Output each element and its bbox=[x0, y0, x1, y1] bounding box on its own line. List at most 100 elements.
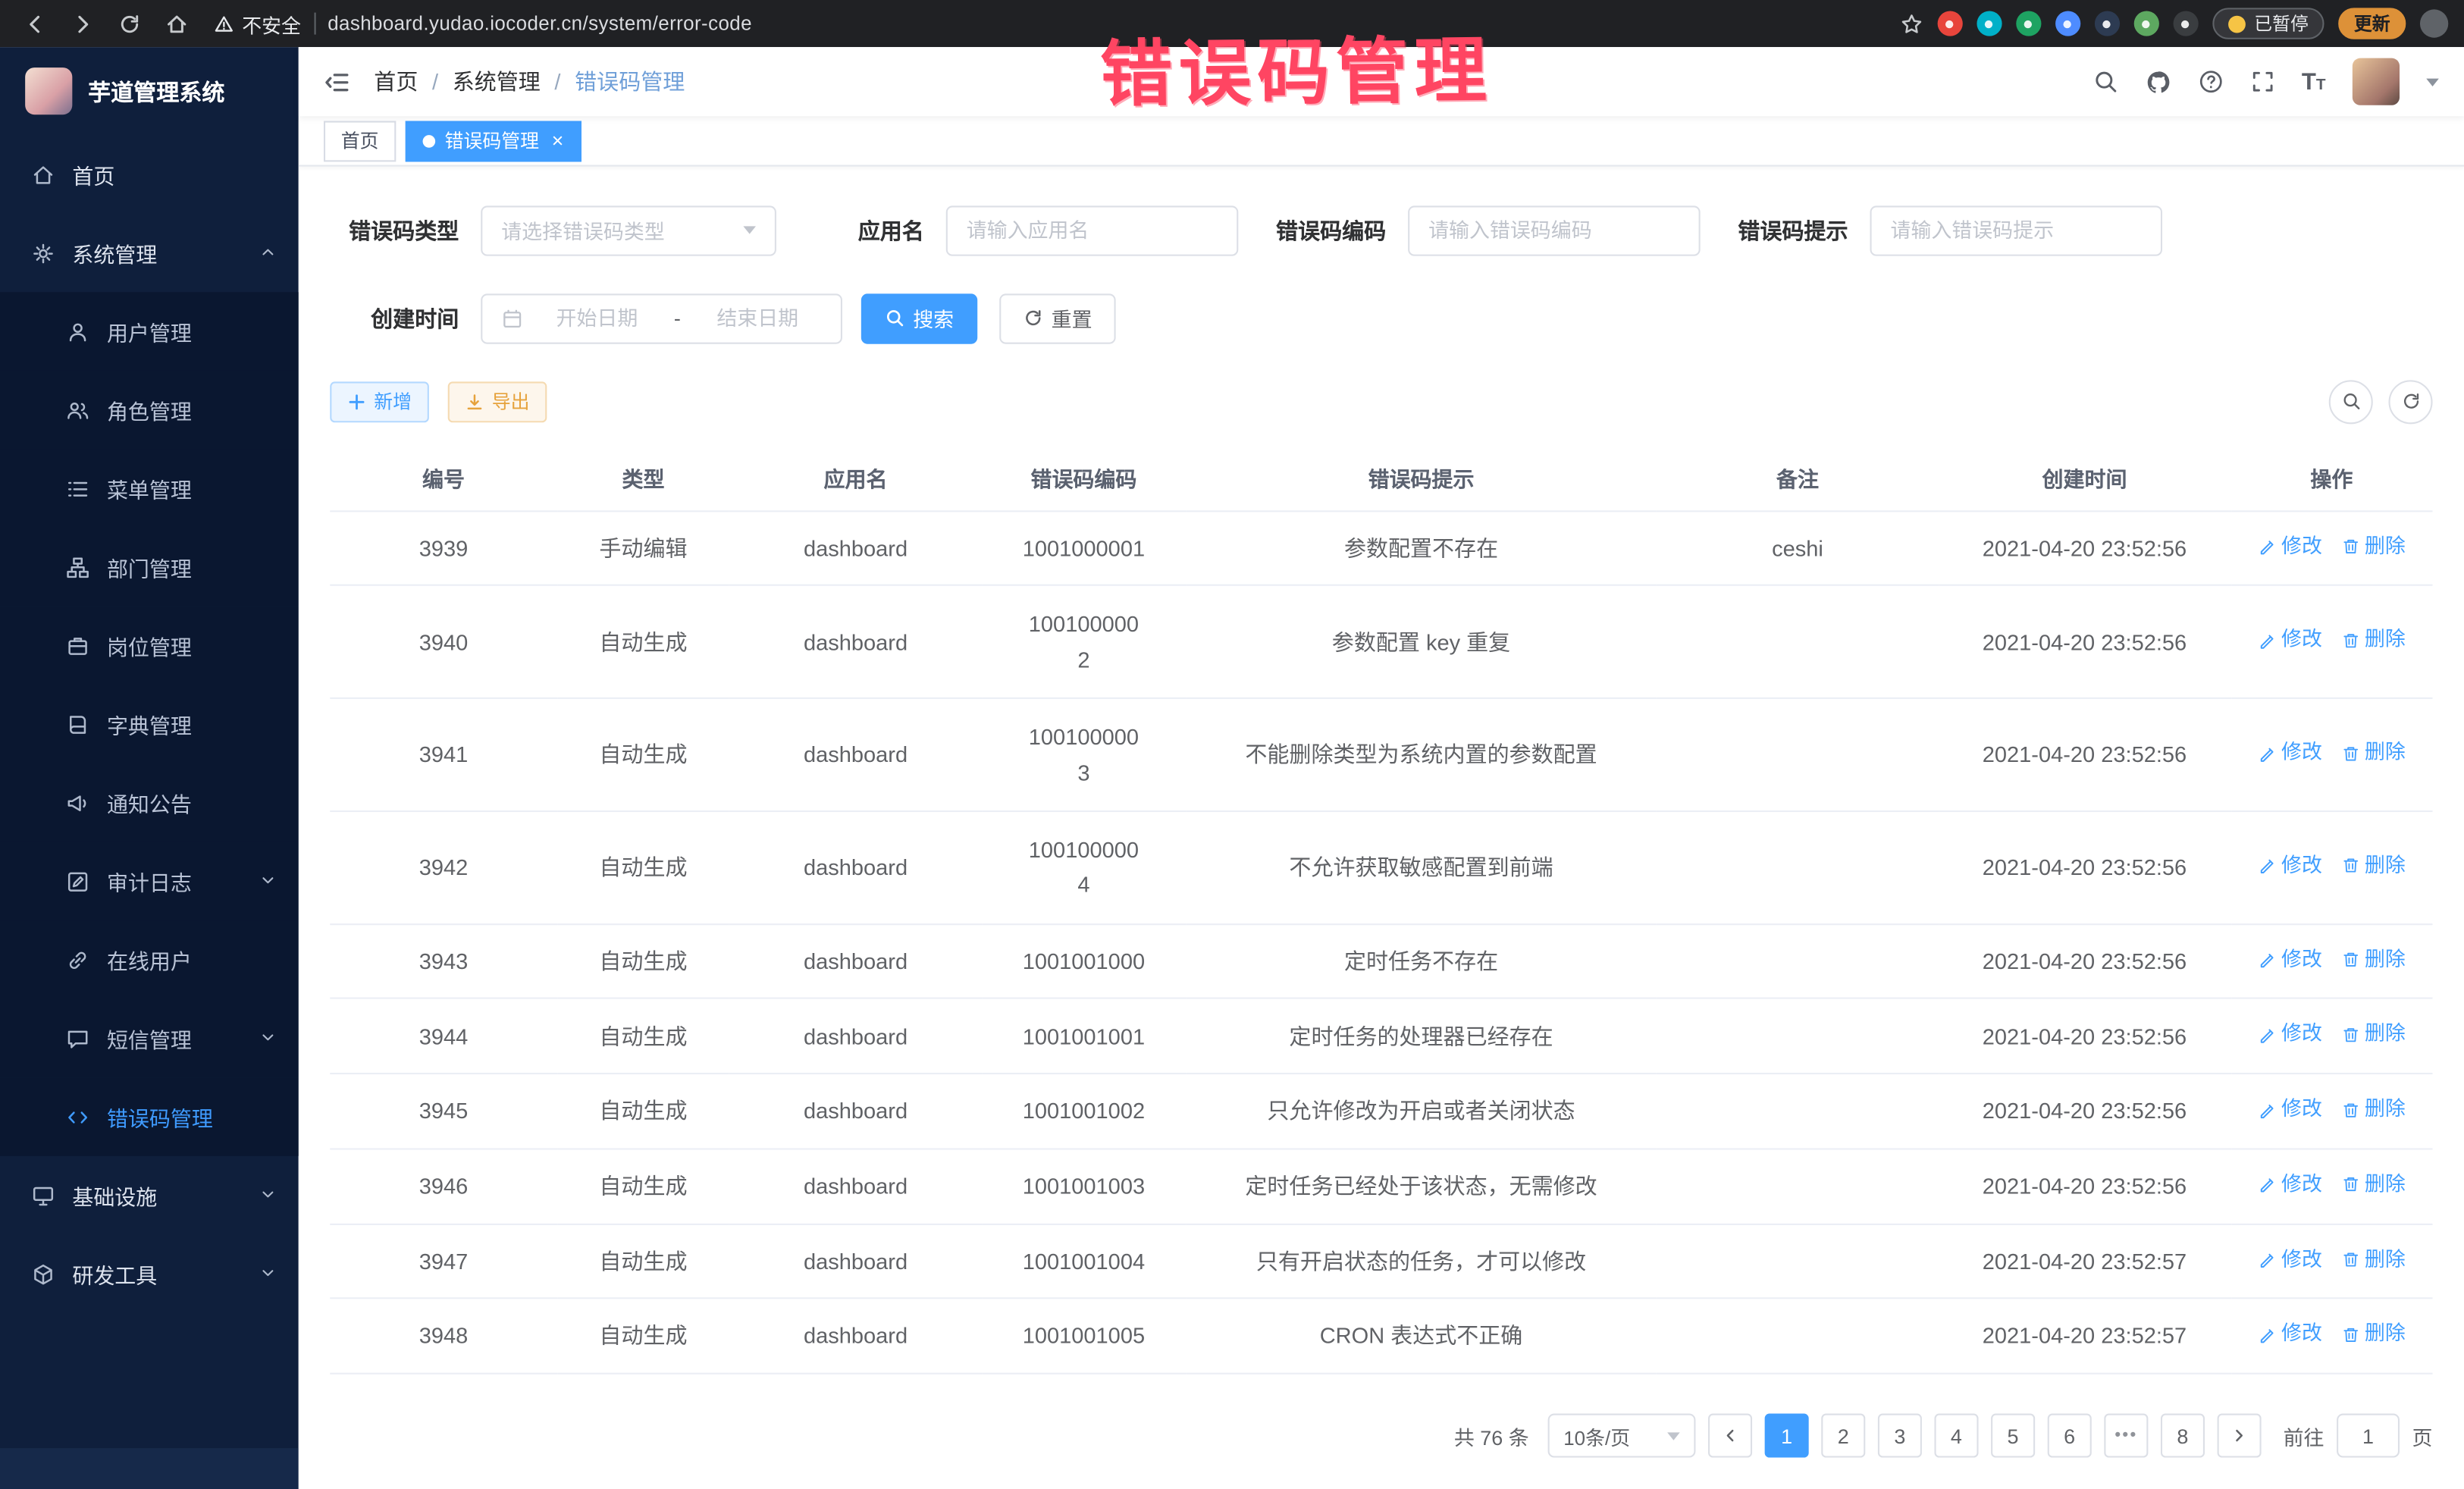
sidebar-item-audit-log[interactable]: 审计日志 bbox=[0, 842, 299, 920]
browser-home-icon[interactable] bbox=[157, 5, 195, 42]
edit-link[interactable]: 修改 bbox=[2258, 532, 2322, 562]
edit-link[interactable]: 修改 bbox=[2258, 738, 2322, 768]
browser-reload-icon[interactable] bbox=[110, 5, 148, 42]
column-header[interactable]: 类型 bbox=[557, 444, 729, 511]
more-pages-button[interactable]: ••• bbox=[2104, 1414, 2148, 1458]
page-size-select[interactable]: 10条/页 bbox=[1548, 1414, 1696, 1458]
browser-update-button[interactable]: 更新 bbox=[2338, 8, 2406, 39]
sidebar-item-online-user[interactable]: 在线用户 bbox=[0, 920, 299, 999]
page-button-8[interactable]: 8 bbox=[2161, 1414, 2205, 1458]
edit-link[interactable]: 修改 bbox=[2258, 1320, 2322, 1350]
chevron-right-icon bbox=[2230, 1426, 2249, 1445]
edit-link[interactable]: 修改 bbox=[2258, 1245, 2322, 1274]
search-button[interactable]: 搜索 bbox=[861, 293, 977, 343]
paused-badge[interactable]: 已暂停 bbox=[2212, 8, 2324, 39]
column-header[interactable]: 编号 bbox=[330, 444, 557, 511]
delete-link[interactable]: 删除 bbox=[2341, 625, 2406, 655]
add-button[interactable]: 新增 bbox=[330, 381, 429, 422]
sidebar-item-infra[interactable]: 基础设施 bbox=[0, 1156, 299, 1235]
delete-link[interactable]: 删除 bbox=[2341, 945, 2406, 975]
help-icon[interactable] bbox=[2198, 70, 2223, 95]
delete-link[interactable]: 删除 bbox=[2341, 738, 2406, 768]
tag-error-code[interactable]: 错误码管理 × bbox=[406, 120, 581, 161]
page-button-2[interactable]: 2 bbox=[1821, 1414, 1865, 1458]
edit-link[interactable]: 修改 bbox=[2258, 1095, 2322, 1124]
error-type-select[interactable]: 请选择错误码类型 bbox=[481, 205, 776, 255]
edit-link[interactable]: 修改 bbox=[2258, 625, 2322, 655]
error-code-input[interactable] bbox=[1428, 218, 1680, 242]
column-header[interactable]: 备注 bbox=[1657, 444, 1939, 511]
fullscreen-icon[interactable] bbox=[2250, 70, 2275, 95]
browser-forward-icon[interactable] bbox=[63, 5, 101, 42]
sidebar-item-error-code[interactable]: 错误码管理 bbox=[0, 1077, 299, 1156]
sidebar-item-home[interactable]: 首页 bbox=[0, 135, 299, 214]
error-hint-input[interactable] bbox=[1890, 218, 2142, 242]
delete-link[interactable]: 删除 bbox=[2341, 1170, 2406, 1199]
ext-puzzle-icon[interactable] bbox=[2173, 11, 2198, 36]
ext-drop-icon[interactable] bbox=[1976, 11, 2001, 36]
browser-profile-icon[interactable] bbox=[2420, 9, 2448, 37]
avatar-caret-down-icon[interactable] bbox=[2426, 78, 2439, 86]
breadcrumb-home[interactable]: 首页 bbox=[374, 66, 418, 97]
start-date-input[interactable] bbox=[533, 306, 662, 330]
sidebar-item-role[interactable]: 角色管理 bbox=[0, 371, 299, 450]
sidebar-item-post[interactable]: 岗位管理 bbox=[0, 607, 299, 685]
column-header[interactable]: 错误码编码 bbox=[982, 444, 1186, 511]
sidebar-item-system[interactable]: 系统管理 bbox=[0, 214, 299, 293]
ext-on-icon[interactable] bbox=[2094, 11, 2119, 36]
column-header[interactable]: 错误码提示 bbox=[1186, 444, 1657, 511]
browser-back-icon[interactable] bbox=[16, 5, 54, 42]
sidebar-fold-icon[interactable] bbox=[324, 69, 350, 96]
user-avatar[interactable] bbox=[2353, 58, 2400, 105]
page-button-5[interactable]: 5 bbox=[1991, 1414, 2035, 1458]
sidebar-item-notice[interactable]: 通知公告 bbox=[0, 763, 299, 842]
export-button[interactable]: 导出 bbox=[448, 381, 547, 422]
ext-grid-icon[interactable] bbox=[2055, 11, 2080, 36]
sidebar-collapse-bar[interactable] bbox=[0, 1448, 299, 1489]
sidebar-item-dict[interactable]: 字典管理 bbox=[0, 685, 299, 763]
end-date-input[interactable] bbox=[693, 306, 822, 330]
ext-check-icon[interactable] bbox=[2015, 11, 2040, 36]
page-button-3[interactable]: 3 bbox=[1878, 1414, 1922, 1458]
reset-button[interactable]: 重置 bbox=[999, 293, 1115, 343]
delete-link[interactable]: 删除 bbox=[2341, 532, 2406, 562]
ext-leaf-icon[interactable] bbox=[2133, 11, 2158, 36]
sidebar-item-menu[interactable]: 菜单管理 bbox=[0, 450, 299, 528]
delete-link[interactable]: 删除 bbox=[2341, 1020, 2406, 1049]
next-page-button[interactable] bbox=[2218, 1414, 2262, 1458]
sidebar-item-dev-tools[interactable]: 研发工具 bbox=[0, 1234, 299, 1313]
page-button-1[interactable]: 1 bbox=[1765, 1414, 1809, 1458]
delete-link[interactable]: 删除 bbox=[2341, 1320, 2406, 1350]
font-size-icon[interactable]: TT bbox=[2302, 69, 2326, 96]
prev-page-button[interactable] bbox=[1708, 1414, 1752, 1458]
create-time-range-picker[interactable]: - bbox=[481, 293, 842, 343]
sidebar-item-sms[interactable]: 短信管理 bbox=[0, 999, 299, 1078]
column-header[interactable]: 创建时间 bbox=[1939, 444, 2230, 511]
column-header[interactable]: 应用名 bbox=[729, 444, 982, 511]
tag-home[interactable]: 首页 bbox=[324, 120, 396, 161]
sidebar-item-dept[interactable]: 部门管理 bbox=[0, 528, 299, 607]
delete-link[interactable]: 删除 bbox=[2341, 1095, 2406, 1124]
edit-link[interactable]: 修改 bbox=[2258, 1020, 2322, 1049]
address-bar[interactable]: 不安全 dashboard.yudao.iocoder.cn/system/er… bbox=[214, 8, 752, 38]
tag-close-icon[interactable]: × bbox=[552, 130, 564, 151]
sidebar-item-user[interactable]: 用户管理 bbox=[0, 292, 299, 371]
column-header[interactable]: 操作 bbox=[2230, 444, 2432, 511]
delete-link[interactable]: 删除 bbox=[2341, 1245, 2406, 1274]
goto-page-input[interactable] bbox=[2337, 1414, 2400, 1458]
github-icon[interactable] bbox=[2145, 69, 2171, 96]
breadcrumb-system[interactable]: 系统管理 bbox=[453, 66, 541, 97]
edit-link[interactable]: 修改 bbox=[2258, 851, 2322, 881]
refresh-table-button[interactable] bbox=[2389, 380, 2433, 424]
header-search-icon[interactable] bbox=[2093, 70, 2118, 95]
edit-link[interactable]: 修改 bbox=[2258, 945, 2322, 975]
ext-record-icon[interactable] bbox=[1937, 11, 1962, 36]
toggle-search-button[interactable] bbox=[2329, 380, 2373, 424]
page-button-4[interactable]: 4 bbox=[1934, 1414, 1978, 1458]
page-button-6[interactable]: 6 bbox=[2048, 1414, 2092, 1458]
delete-link[interactable]: 删除 bbox=[2341, 851, 2406, 881]
edit-link[interactable]: 修改 bbox=[2258, 1170, 2322, 1199]
suitcase-icon bbox=[66, 634, 89, 657]
app-name-input[interactable] bbox=[967, 218, 1218, 242]
bookmark-star-icon[interactable] bbox=[1899, 12, 1923, 36]
